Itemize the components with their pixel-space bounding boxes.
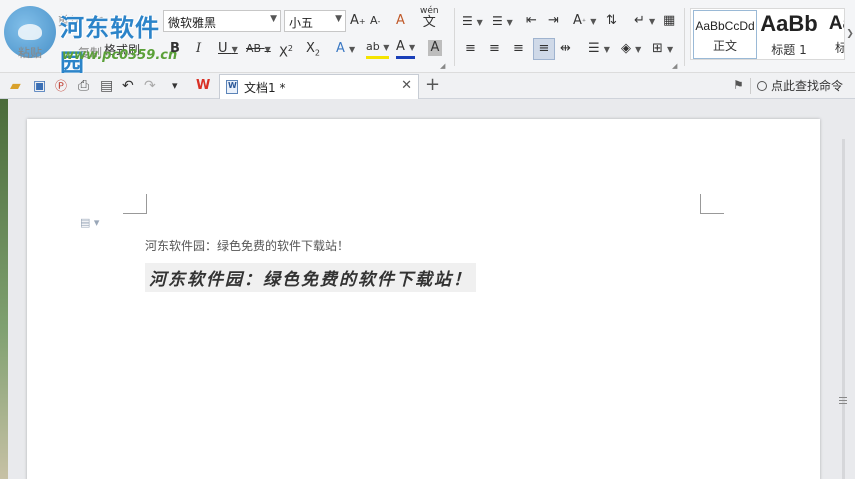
style-heading2-sample: Aa bbox=[828, 13, 844, 34]
watermark-site-name: 河东软件园 bbox=[60, 13, 160, 77]
style-heading1[interactable]: AaBb 标题 1 bbox=[759, 9, 819, 59]
font-name-select[interactable]: 微软雅黑 ▼ bbox=[163, 10, 281, 32]
bold-button[interactable]: B bbox=[170, 39, 180, 59]
open-folder-icon[interactable]: ▰ bbox=[10, 77, 21, 95]
print-preview-icon[interactable]: ▤ bbox=[100, 77, 113, 95]
line-spacing-button[interactable]: ☰ ▼ bbox=[588, 39, 610, 60]
bullet-list-button[interactable]: ☰ ▼ bbox=[462, 11, 483, 33]
borders-button[interactable]: ⊞ ▼ bbox=[652, 39, 673, 60]
find-command-label: 点此查找命令 bbox=[771, 79, 844, 93]
new-tab-icon[interactable]: + bbox=[425, 75, 440, 95]
paragraph-handle-icon[interactable]: ▤ ▾ bbox=[80, 216, 99, 229]
style-normal[interactable]: AaBbCcDd 正文 bbox=[693, 10, 757, 59]
undo-icon[interactable]: ↶ bbox=[122, 77, 134, 95]
paragraph-dialog-launcher-icon[interactable]: ◢ bbox=[672, 62, 677, 70]
style-heading1-sample: AaBb bbox=[760, 11, 818, 36]
document-workspace: ▤ ▾ 河东软件园：绿色免费的软件下载站！ 河东软件园：绿色免费的软件下载站！ bbox=[0, 99, 855, 479]
document-page[interactable]: ▤ ▾ 河东软件园：绿色免费的软件下载站！ 河东软件园：绿色免费的软件下载站！ bbox=[27, 119, 820, 479]
highlight-button[interactable]: ab ▼ bbox=[366, 39, 390, 59]
watermark-url: www.pc0359.cn bbox=[62, 48, 178, 63]
save-icon[interactable]: ▣ bbox=[33, 77, 46, 95]
italic-button[interactable]: I bbox=[196, 39, 201, 59]
text-effect-button[interactable]: A ▼ bbox=[336, 39, 355, 60]
underline-button[interactable]: U ▼ bbox=[218, 39, 238, 60]
font-color-button[interactable]: A ▼ bbox=[396, 39, 416, 59]
scrollbar-thumb-grip[interactable] bbox=[839, 397, 847, 406]
font-size-value: 小五 bbox=[289, 16, 314, 30]
superscript-button[interactable]: X2 bbox=[279, 39, 293, 63]
shading-fill-button[interactable]: ◈ ▼ bbox=[621, 39, 641, 60]
sort-icon[interactable]: ⇅ bbox=[606, 11, 617, 31]
divider bbox=[750, 78, 751, 94]
chevron-down-icon: ▼ bbox=[335, 14, 342, 24]
redo-icon[interactable]: ↷ bbox=[144, 77, 156, 95]
align-right-icon[interactable]: ≡ bbox=[513, 39, 524, 59]
increase-indent-icon[interactable]: ⇥ bbox=[548, 11, 559, 31]
vertical-scrollbar[interactable] bbox=[832, 99, 855, 479]
chevron-down-icon: ▼ bbox=[270, 14, 277, 24]
styles-gallery: AaBbCcDd 正文 AaBb 标题 1 Aa 标 bbox=[690, 8, 845, 60]
align-left-icon[interactable]: ≡ bbox=[465, 39, 476, 59]
clipboard-group: 粘贴 ✂ 剪切 复制 格式刷 河东软件园 www.pc0359.cn bbox=[0, 0, 177, 77]
grow-font-button[interactable]: A+ bbox=[350, 11, 366, 32]
wps-logo-icon[interactable]: W bbox=[196, 77, 210, 95]
group-separator bbox=[684, 8, 685, 66]
justify-icon[interactable]: ≡ bbox=[533, 38, 555, 60]
margin-mark-top-left bbox=[123, 194, 147, 214]
paste-button[interactable]: 粘贴 bbox=[18, 44, 42, 61]
table-grid-icon[interactable]: ▦ bbox=[663, 11, 675, 31]
search-icon bbox=[757, 81, 767, 91]
group-separator bbox=[454, 8, 455, 66]
export-pdf-icon[interactable]: Ⓟ bbox=[55, 77, 67, 95]
font-size-select[interactable]: 小五 ▼ bbox=[284, 10, 346, 32]
document-line-1[interactable]: 河东软件园：绿色免费的软件下载站！ bbox=[145, 237, 349, 254]
numbered-list-button[interactable]: ☰ ▼ bbox=[492, 11, 513, 33]
gallery-scroll-icon[interactable]: ❯ bbox=[845, 8, 855, 60]
scrollbar-track[interactable] bbox=[842, 139, 845, 479]
strikethrough-button[interactable]: AB ▼ bbox=[246, 39, 271, 60]
pin-toolbar-icon[interactable]: ⚑ bbox=[733, 78, 744, 92]
margin-mark-top-right bbox=[700, 194, 724, 214]
print-icon[interactable]: ⎙ bbox=[78, 77, 89, 95]
clear-format-button[interactable]: A bbox=[396, 11, 405, 31]
font-name-value: 微软雅黑 bbox=[168, 16, 217, 30]
align-center-icon[interactable]: ≡ bbox=[489, 39, 500, 59]
customize-toolbar-icon[interactable]: ▾ bbox=[172, 77, 178, 95]
tab-document1[interactable]: 文档1 * ✕ bbox=[219, 74, 419, 99]
desktop-background-edge bbox=[0, 99, 8, 479]
document-icon bbox=[226, 80, 238, 94]
style-heading2-label: 标 bbox=[821, 39, 844, 56]
ribbon: 粘贴 ✂ 剪切 复制 格式刷 河东软件园 www.pc0359.cn 微软雅黑 … bbox=[0, 0, 855, 77]
show-marks-button[interactable]: ↵ ▼ bbox=[634, 11, 655, 32]
char-shading-button[interactable]: A bbox=[428, 40, 442, 56]
style-normal-sample: AaBbCcDd bbox=[695, 19, 755, 33]
change-case-button[interactable]: A⁺ ▼ bbox=[573, 11, 596, 32]
style-heading2[interactable]: Aa 标 bbox=[821, 9, 844, 59]
tab-title: 文档1 * bbox=[244, 81, 286, 95]
document-tab-bar: ▰ ▣ Ⓟ ⎙ ▤ ↶ ↷ ▾ W 文档1 * ✕ + ⚑ 点此查找命令 bbox=[0, 73, 855, 99]
style-heading1-label: 标题 1 bbox=[771, 43, 807, 57]
close-icon[interactable]: ✕ bbox=[401, 78, 412, 93]
font-dialog-launcher-icon[interactable]: ◢ bbox=[440, 62, 445, 70]
shrink-font-button[interactable]: A- bbox=[370, 11, 380, 32]
style-normal-label: 正文 bbox=[712, 39, 737, 53]
pinyin-guide-button[interactable]: wén 文 bbox=[420, 6, 439, 30]
distributed-align-icon[interactable]: ⇹ bbox=[560, 39, 571, 59]
find-command-box[interactable]: 点此查找命令 bbox=[757, 77, 843, 94]
decrease-indent-icon[interactable]: ⇤ bbox=[526, 11, 537, 31]
subscript-button[interactable]: X2 bbox=[306, 39, 320, 64]
document-line-2[interactable]: 河东软件园：绿色免费的软件下载站！ bbox=[145, 263, 476, 292]
